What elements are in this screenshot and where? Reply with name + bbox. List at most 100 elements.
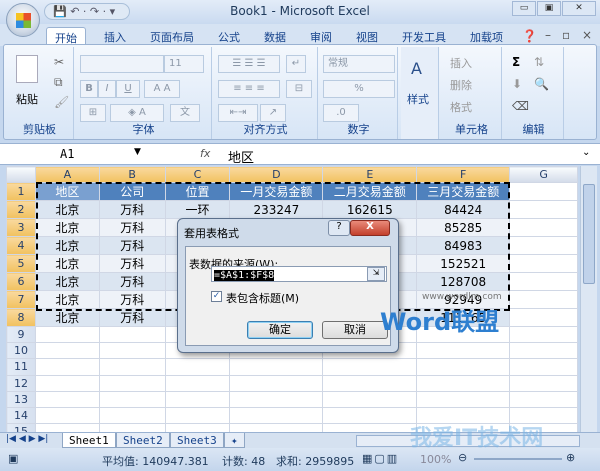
row-header[interactable]: 14 bbox=[6, 406, 36, 425]
row-header[interactable]: 13 bbox=[6, 390, 36, 408]
help-button[interactable]: ? bbox=[328, 220, 350, 236]
zoom-in-icon[interactable]: ⊕ bbox=[566, 451, 575, 464]
help-icon[interactable]: ❓ bbox=[522, 29, 537, 43]
office-button[interactable] bbox=[6, 3, 40, 37]
cell-b8[interactable]: 万科 bbox=[98, 308, 166, 327]
vertical-align-icon[interactable]: ☰ ☰ ☰ bbox=[218, 55, 280, 73]
cell-b5[interactable]: 万科 bbox=[98, 254, 166, 273]
sheet-nav-icon[interactable]: |◀ ◀ ▶ ▶| bbox=[6, 434, 48, 444]
orientation-icon[interactable]: ↗ bbox=[260, 104, 286, 122]
cell-d1[interactable]: 一月交易金额 bbox=[229, 182, 324, 201]
fill-font-color-icon[interactable]: ◈ A bbox=[110, 104, 164, 122]
sheet-tab-3[interactable]: Sheet3 bbox=[170, 433, 224, 448]
cell-d14[interactable] bbox=[229, 406, 324, 425]
cell-d11[interactable] bbox=[229, 358, 324, 376]
column-header-d[interactable]: D bbox=[229, 166, 324, 183]
font-grow-shrink-icon[interactable]: A A bbox=[144, 80, 180, 98]
cell-a11[interactable] bbox=[34, 358, 100, 376]
horizontal-align-icon[interactable]: ≡ ≡ ≡ bbox=[218, 80, 280, 98]
cell-b10[interactable] bbox=[98, 342, 166, 360]
cell-b15[interactable] bbox=[98, 423, 166, 432]
ribbon-minimize-icon[interactable]: – bbox=[545, 28, 551, 42]
row-header[interactable]: 10 bbox=[6, 342, 36, 360]
cell-d15[interactable] bbox=[229, 423, 324, 432]
cell-f4[interactable]: 84983 bbox=[416, 236, 511, 255]
has-headers-checkbox[interactable]: ✓ bbox=[211, 291, 222, 302]
paste-button[interactable]: 粘贴 bbox=[16, 91, 38, 107]
zoom-level[interactable]: 100% bbox=[420, 453, 451, 466]
cell-g14[interactable] bbox=[509, 406, 578, 425]
cell-a13[interactable] bbox=[34, 390, 100, 408]
cell-f2[interactable]: 84424 bbox=[416, 200, 511, 219]
row-header[interactable]: 2 bbox=[6, 200, 36, 219]
column-header-g[interactable]: G bbox=[509, 166, 578, 183]
cell-g13[interactable] bbox=[509, 390, 578, 408]
cell-c11[interactable] bbox=[164, 358, 231, 376]
cell-f1[interactable]: 三月交易金额 bbox=[416, 182, 511, 201]
view-buttons-icon[interactable]: ▦▢▥ bbox=[362, 452, 399, 465]
cell-g15[interactable] bbox=[509, 423, 578, 432]
cell-a4[interactable]: 北京 bbox=[34, 236, 100, 255]
expand-formula-bar-icon[interactable]: ⌄ bbox=[582, 147, 590, 158]
cell-a5[interactable]: 北京 bbox=[34, 254, 100, 273]
border-icon[interactable]: ⊞ bbox=[80, 104, 106, 122]
row-header[interactable]: 4 bbox=[6, 236, 36, 255]
zoom-slider[interactable] bbox=[474, 458, 562, 460]
cell-f3[interactable]: 85285 bbox=[416, 218, 511, 237]
close-button[interactable]: ✕ bbox=[562, 1, 596, 16]
ribbon-close-icon[interactable]: × bbox=[582, 28, 592, 42]
font-name-select[interactable] bbox=[80, 55, 164, 73]
macro-record-icon[interactable]: ▣ bbox=[8, 452, 18, 465]
fill-icon[interactable]: ⬇ bbox=[512, 77, 522, 91]
cell-f9[interactable] bbox=[416, 325, 511, 344]
column-header-f[interactable]: F bbox=[416, 166, 511, 183]
cell-e12[interactable] bbox=[322, 374, 418, 392]
cell-f15[interactable] bbox=[416, 423, 511, 432]
cell-g6[interactable] bbox=[509, 272, 578, 291]
italic-button[interactable]: I bbox=[98, 80, 116, 98]
paste-icon[interactable] bbox=[16, 55, 38, 83]
cell-g9[interactable] bbox=[509, 325, 578, 344]
cell-g10[interactable] bbox=[509, 342, 578, 360]
column-header-c[interactable]: C bbox=[164, 166, 231, 183]
row-header[interactable]: 12 bbox=[6, 374, 36, 392]
find-icon[interactable]: 🔍 bbox=[534, 77, 549, 91]
bold-button[interactable]: B bbox=[80, 80, 98, 98]
cell-b9[interactable] bbox=[98, 325, 166, 344]
column-header-b[interactable]: B bbox=[98, 166, 166, 183]
autosum-button[interactable]: Σ bbox=[512, 55, 520, 69]
row-header[interactable]: 11 bbox=[6, 358, 36, 376]
cell-b1[interactable]: 公司 bbox=[98, 182, 166, 201]
cell-a12[interactable] bbox=[34, 374, 100, 392]
cell-c14[interactable] bbox=[164, 406, 231, 425]
sheet-tab-2[interactable]: Sheet2 bbox=[116, 433, 170, 448]
cell-e11[interactable] bbox=[322, 358, 418, 376]
cell-b3[interactable]: 万科 bbox=[98, 218, 166, 237]
cell-f6[interactable]: 128708 bbox=[416, 272, 511, 291]
number-format-select[interactable]: 常规 bbox=[323, 55, 395, 73]
delete-cells-button[interactable]: 删除 bbox=[450, 77, 472, 93]
cut-icon[interactable]: ✂ bbox=[54, 55, 64, 69]
ok-button[interactable]: 确定 bbox=[247, 321, 313, 339]
sheet-tab-1[interactable]: Sheet1 bbox=[62, 433, 116, 448]
cell-b2[interactable]: 万科 bbox=[98, 200, 166, 219]
cell-b6[interactable]: 万科 bbox=[98, 272, 166, 291]
indent-icon[interactable]: ⇤⇥ bbox=[218, 104, 258, 122]
cell-f11[interactable] bbox=[416, 358, 511, 376]
source-range-input[interactable]: =$A$1:$F$8 ⇲ bbox=[211, 266, 387, 282]
cancel-button[interactable]: 取消 bbox=[322, 321, 388, 339]
cell-b4[interactable]: 万科 bbox=[98, 236, 166, 255]
formula-input[interactable]: 地区 bbox=[228, 147, 254, 166]
cell-a14[interactable] bbox=[34, 406, 100, 425]
cell-g2[interactable] bbox=[509, 200, 578, 219]
cell-a10[interactable] bbox=[34, 342, 100, 360]
cell-b12[interactable] bbox=[98, 374, 166, 392]
cell-f14[interactable] bbox=[416, 406, 511, 425]
cell-g1[interactable] bbox=[509, 182, 578, 201]
format-painter-icon[interactable]: 🖌 bbox=[54, 95, 69, 109]
format-cells-button[interactable]: 格式 bbox=[450, 99, 472, 115]
cell-f5[interactable]: 152521 bbox=[416, 254, 511, 273]
insert-cells-button[interactable]: 插入 bbox=[450, 55, 472, 71]
cell-a9[interactable] bbox=[34, 325, 100, 344]
zoom-out-icon[interactable]: ⊖ bbox=[458, 451, 467, 464]
